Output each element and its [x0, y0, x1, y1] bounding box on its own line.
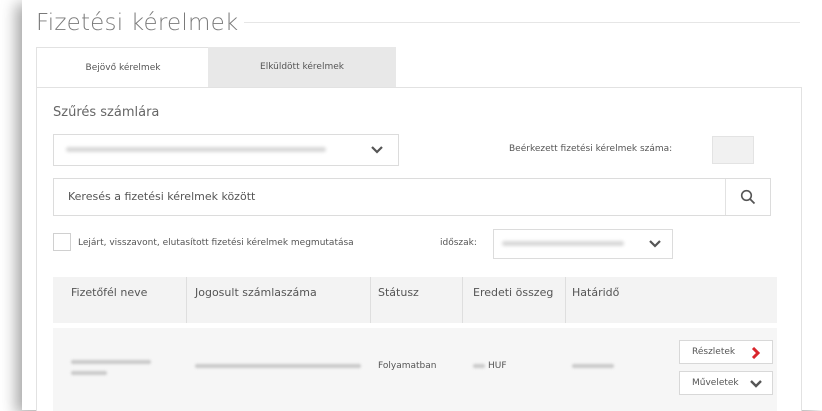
received-count-label: Beérkezett fizetési kérelmek száma: [509, 144, 673, 154]
column-divider [565, 277, 566, 323]
column-divider [370, 277, 371, 323]
chevron-down-icon [750, 380, 762, 388]
chevron-right-icon [751, 347, 761, 359]
received-count-box: ​ [712, 136, 754, 164]
search-button[interactable] [725, 179, 770, 215]
search-input[interactable]: Keresés a fizetési kérelmek között [68, 190, 255, 203]
column-divider [186, 277, 187, 323]
column-header-payer-name[interactable]: Fizetőfél neve [71, 277, 147, 323]
period-value-redacted [502, 241, 624, 246]
search-icon [740, 189, 756, 205]
column-header-due-date[interactable]: Határidő [572, 277, 619, 323]
chevron-down-icon [649, 240, 661, 248]
due-date-redacted [572, 364, 614, 368]
show-expired-label: Lejárt, visszavont, elutasított fizetési… [78, 238, 354, 248]
tab-sent-requests[interactable]: Elküldött kérelmek [208, 47, 396, 88]
chevron-down-icon [371, 146, 383, 154]
beneficiary-account-redacted [195, 364, 361, 368]
amount-currency: HUF [488, 361, 507, 371]
payer-name-redacted [71, 360, 151, 364]
table-header: Fizetőfél neve Jogosult számlaszáma Stát… [53, 277, 777, 323]
column-header-status[interactable]: Státusz [378, 277, 419, 323]
tab-incoming-requests[interactable]: Bejövő kérelmek [36, 47, 210, 88]
title-divider [244, 22, 800, 23]
column-header-original-amount[interactable]: Eredeti összeg [473, 277, 553, 323]
column-divider [462, 277, 463, 323]
table-row: Folyamatban HUF Részletek Műveletek [53, 328, 777, 411]
filter-account-label: Szűrés számlára [53, 105, 160, 120]
actions-button-label: Műveletek [692, 378, 739, 388]
payment-requests-card: Fizetési kérelmek Bejövő kérelmek Elküld… [22, 0, 822, 411]
payer-name-redacted [71, 371, 107, 375]
search-field[interactable]: Keresés a fizetési kérelmek között [53, 178, 771, 216]
actions-button[interactable]: Műveletek [679, 371, 773, 395]
show-expired-checkbox[interactable] [53, 233, 71, 251]
tab-panel: Szűrés számlára Beérkezett fizetési kére… [36, 87, 802, 411]
page-title: Fizetési kérelmek [36, 10, 239, 36]
account-select[interactable] [53, 134, 399, 166]
column-header-beneficiary-account[interactable]: Jogosult számlaszáma [195, 277, 317, 323]
details-button[interactable]: Részletek [679, 340, 773, 364]
amount-cell: HUF [473, 361, 507, 371]
status-cell: Folyamatban [378, 361, 437, 371]
period-label: időszak: [440, 238, 477, 248]
amount-value-redacted [473, 363, 485, 368]
period-select[interactable] [493, 229, 673, 259]
details-button-label: Részletek [692, 347, 736, 357]
account-value-redacted [66, 147, 326, 152]
